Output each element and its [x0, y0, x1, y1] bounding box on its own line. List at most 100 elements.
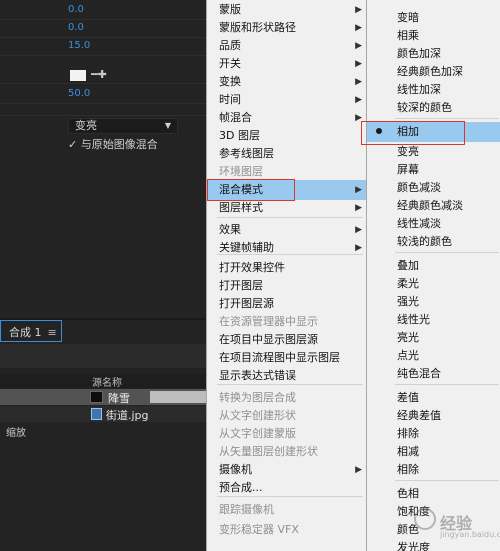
menu-item-label: 效果: [219, 223, 241, 236]
menu-separator: [217, 496, 363, 497]
blend-mode-item[interactable]: 相减: [367, 442, 500, 462]
menu-item-label: 变形稳定器 VFX: [219, 523, 299, 536]
menu-item-label: 从文字创建形状: [219, 409, 296, 422]
layer-duration-bar[interactable]: [150, 391, 210, 403]
watermark-logo: 经验 jingyan.baidu.com: [414, 498, 500, 542]
menu-item: 变形稳定器 VFX: [207, 520, 368, 540]
checkbox-check-icon: ✓: [68, 138, 78, 151]
menu-item: 从矢量图层创建形状: [207, 442, 368, 462]
menu-item[interactable]: 变换 ▶: [207, 72, 368, 92]
tab-label: 合成 1: [9, 326, 42, 339]
property-value[interactable]: 50.0: [68, 88, 90, 99]
blend-mode-label: 较深的颜色: [397, 101, 452, 114]
blend-mode-item[interactable]: 线性光: [367, 310, 500, 330]
menu-item[interactable]: 3D 图层: [207, 126, 368, 146]
column-source-name[interactable]: 源名称: [92, 374, 122, 389]
blend-mode-item[interactable]: 线性减淡: [367, 214, 500, 234]
blend-mode-item[interactable]: 变亮: [367, 142, 500, 162]
blend-mode-label: 点光: [397, 349, 419, 362]
menu-item[interactable]: 显示表达式错误: [207, 366, 368, 386]
blend-mode-label: 叠加: [397, 259, 419, 272]
blend-mode-item[interactable]: 柔光: [367, 274, 500, 294]
layer-context-menu: 蒙版 ▶ 蒙版和形状路径 ▶ 品质 ▶ 开关 ▶ 变换 ▶ 时间 ▶ 帧混合 ▶ 3D 图层 参考线图层 环境图…: [206, 0, 368, 551]
layer-row[interactable]: 降雪: [0, 389, 210, 405]
blend-mode-item[interactable]: 线性加深: [367, 80, 500, 100]
blend-mode-dropdown[interactable]: 变亮 ▼: [68, 118, 178, 134]
menu-item-label: 在项目流程图中显示图层: [219, 351, 340, 364]
menu-item[interactable]: 图层样式 ▶: [207, 198, 368, 218]
blend-mode-label: 颜色减淡: [397, 181, 441, 194]
menu-item[interactable]: 预合成...: [207, 478, 368, 498]
blend-mode-item[interactable]: 亮光: [367, 328, 500, 348]
scale-property-label: 缩放: [6, 428, 26, 439]
menu-item-label: 关键帧辅助: [219, 241, 274, 254]
submenu-arrow-icon: ▶: [355, 243, 362, 253]
watermark-url: jingyan.baidu.com: [440, 530, 500, 539]
blend-mode-item[interactable]: 变暗: [367, 8, 500, 28]
image-file-icon: [91, 408, 102, 420]
menu-item[interactable]: 在项目中显示图层源: [207, 330, 368, 350]
menu-item[interactable]: 关键帧辅助 ▶: [207, 238, 368, 258]
property-value[interactable]: 0.0: [68, 22, 84, 33]
menu-item: 从文字创建形状: [207, 406, 368, 426]
color-swatch[interactable]: [70, 70, 86, 81]
property-row: 0.0: [0, 20, 210, 38]
blend-mode-item[interactable]: 相除: [367, 460, 500, 480]
menu-item-label: 显示表达式错误: [219, 369, 296, 382]
blend-with-original-checkbox[interactable]: ✓ 与原始图像混合: [68, 136, 158, 152]
layer-row[interactable]: 街道.jpg: [0, 406, 210, 422]
menu-item[interactable]: 摄像机 ▶: [207, 460, 368, 480]
blend-mode-item[interactable]: 排除: [367, 424, 500, 444]
menu-item-label: 在项目中显示图层源: [219, 333, 318, 346]
menu-item[interactable]: 打开效果控件: [207, 258, 368, 278]
checkbox-label: 与原始图像混合: [80, 138, 158, 151]
menu-item[interactable]: 开关 ▶: [207, 54, 368, 74]
submenu-arrow-icon: ▶: [355, 95, 362, 105]
blend-mode-item[interactable]: 纯色混合: [367, 364, 500, 384]
blend-mode-item[interactable]: 较浅的颜色: [367, 232, 500, 252]
blend-mode-item[interactable]: 强光: [367, 292, 500, 312]
menu-item-label: 时间: [219, 93, 241, 106]
blend-mode-item[interactable]: 差值: [367, 388, 500, 408]
menu-item[interactable]: 帧混合 ▶: [207, 108, 368, 128]
menu-item[interactable]: 品质 ▶: [207, 36, 368, 56]
blend-mode-label: 亮光: [397, 331, 419, 344]
blend-mode-item[interactable]: 颜色减淡: [367, 178, 500, 198]
blend-mode-item[interactable]: 点光: [367, 346, 500, 366]
property-value[interactable]: 15.0: [68, 40, 90, 51]
menu-item[interactable]: 打开图层: [207, 276, 368, 296]
menu-item[interactable]: 时间 ▶: [207, 90, 368, 110]
menu-item[interactable]: 打开图层源: [207, 294, 368, 314]
menu-item-label: 变换: [219, 75, 241, 88]
submenu-arrow-icon: ▶: [355, 5, 362, 15]
layer-column-header: 源名称: [0, 374, 210, 389]
property-row: 15.0: [0, 38, 210, 56]
blend-mode-label: 纯色混合: [397, 367, 441, 380]
blend-mode-item[interactable]: 叠加: [367, 256, 500, 276]
menu-item[interactable]: 蒙版和形状路径 ▶: [207, 18, 368, 38]
blend-mode-item[interactable]: 经典颜色加深: [367, 62, 500, 82]
blend-mode-item[interactable]: 颜色加深: [367, 44, 500, 64]
blend-mode-item[interactable]: 较深的颜色: [367, 98, 500, 118]
menu-item[interactable]: 蒙版 ▶: [207, 0, 368, 20]
menu-item[interactable]: 参考线图层: [207, 144, 368, 164]
blend-mode-label: 相减: [397, 445, 419, 458]
blend-mode-label: 变暗: [397, 11, 419, 24]
panel-menu-icon[interactable]: ≡: [48, 326, 57, 339]
blend-mode-label: 线性加深: [397, 83, 441, 96]
menu-item-label: 开关: [219, 57, 241, 70]
menu-item[interactable]: 在项目流程图中显示图层: [207, 348, 368, 368]
blend-mode-item[interactable]: 相乘: [367, 26, 500, 46]
tab-composition[interactable]: 合成 1 ≡: [0, 320, 62, 342]
blend-mode-item[interactable]: 屏幕: [367, 160, 500, 180]
menu-item-label: 参考线图层: [219, 147, 274, 160]
blend-mode-item[interactable]: 经典差值: [367, 406, 500, 426]
submenu-arrow-icon: ▶: [355, 59, 362, 69]
menu-item-label: 环境图层: [219, 165, 263, 178]
property-row: 0.0: [0, 2, 210, 20]
blend-mode-label: 相除: [397, 463, 419, 476]
eyedropper-icon[interactable]: ━✚: [91, 68, 107, 81]
property-value[interactable]: 0.0: [68, 4, 84, 15]
blend-mode-item[interactable]: 经典颜色减淡: [367, 196, 500, 216]
menu-item[interactable]: 效果 ▶: [207, 220, 368, 240]
